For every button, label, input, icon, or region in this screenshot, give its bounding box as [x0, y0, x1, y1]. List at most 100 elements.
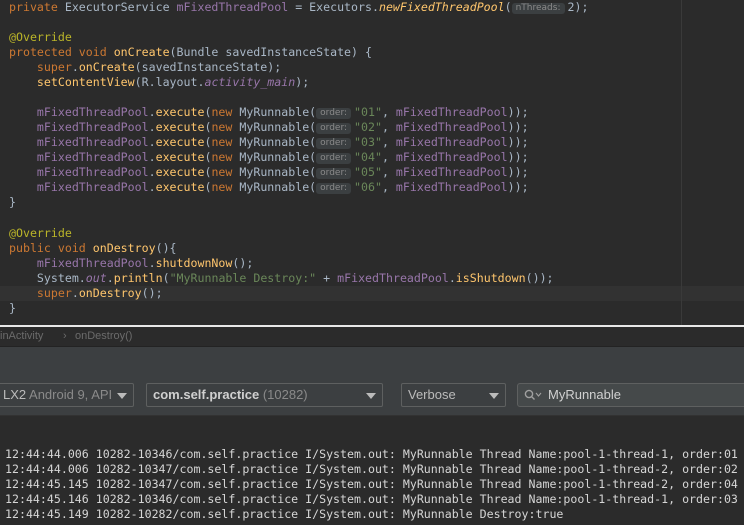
code-token: "MyRunnable Destroy:" — [169, 271, 317, 285]
code-token: mFixedThreadPool — [36, 256, 149, 270]
code-token: } — [9, 301, 16, 315]
code-token: mFixedThreadPool — [36, 135, 149, 149]
code-token: "01" — [354, 105, 382, 119]
code-token: (){ — [155, 241, 177, 255]
code-token: , — [381, 120, 396, 134]
code-token: ( — [504, 0, 512, 14]
breadcrumb-method[interactable]: onDestroy() — [75, 327, 132, 346]
code-token: super — [36, 60, 72, 74]
code-line[interactable]: System.out.println("MyRunnable Destroy:"… — [9, 271, 554, 286]
code-token: mFixedThreadPool — [36, 150, 149, 164]
code-token: "04" — [354, 150, 382, 164]
parameter-hint: order: — [316, 183, 352, 194]
logcat-search-input[interactable]: MyRunnable — [517, 383, 744, 407]
parameter-hint: order: — [316, 153, 352, 164]
parameter-hint: order: — [316, 108, 352, 119]
code-line[interactable]: mFixedThreadPool.shutdownNow(); — [9, 256, 253, 271]
code-token: . — [148, 105, 156, 119]
log-line: 12:44:45.146 10282-10346/com.self.practi… — [5, 492, 738, 506]
process-select[interactable]: com.self.practice (10282) — [146, 383, 383, 407]
code-token: ( — [162, 271, 170, 285]
code-line[interactable]: mFixedThreadPool.execute(new MyRunnable(… — [9, 180, 529, 195]
code-token: System. — [9, 271, 86, 285]
code-token: , — [381, 150, 396, 164]
code-line[interactable]: mFixedThreadPool.execute(new MyRunnable(… — [9, 165, 529, 180]
code-token: ); — [295, 75, 310, 89]
code-token: . — [71, 60, 79, 74]
code-token: onCreate — [78, 60, 135, 74]
code-token: onDestroy — [78, 286, 142, 300]
log-level-select[interactable]: Verbose — [401, 383, 506, 407]
code-token: mFixedThreadPool — [395, 120, 508, 134]
code-line[interactable]: mFixedThreadPool.execute(new MyRunnable(… — [9, 105, 529, 120]
code-line[interactable]: setContentView(R.layout.activity_main); — [9, 75, 309, 90]
code-token: "02" — [354, 120, 382, 134]
code-token: (savedInstanceState); — [134, 60, 282, 74]
code-token: )); — [507, 180, 529, 194]
code-line[interactable]: super.onCreate(savedInstanceState); — [9, 60, 281, 75]
code-editor[interactable]: private ExecutorService mFixedThreadPool… — [0, 0, 744, 325]
code-line[interactable]: super.onDestroy(); — [9, 286, 163, 301]
search-text: MyRunnable — [548, 387, 621, 402]
code-token: execute — [155, 180, 205, 194]
code-line[interactable]: @Override — [9, 226, 72, 241]
right-margin-guide — [681, 0, 682, 325]
code-token: 2); — [567, 0, 589, 14]
code-token: mFixedThreadPool — [36, 120, 149, 134]
code-token: super — [36, 286, 72, 300]
code-token: mFixedThreadPool — [395, 165, 508, 179]
code-token: "06" — [354, 180, 382, 194]
code-line[interactable]: protected void onCreate(Bundle savedInst… — [9, 45, 372, 60]
code-token: "05" — [354, 165, 382, 179]
code-token: shutdownNow — [155, 256, 233, 270]
device-select-name: LX2 — [3, 387, 27, 402]
code-token: , — [381, 135, 396, 149]
code-token: public void — [9, 241, 93, 255]
code-line[interactable]: @Override — [9, 30, 72, 45]
code-token: onDestroy — [92, 241, 156, 255]
device-select-api: Android 9, API — [26, 387, 113, 402]
code-line[interactable]: private ExecutorService mFixedThreadPool… — [9, 0, 588, 15]
code-token: MyRunnable( — [239, 135, 317, 149]
code-token: (); — [141, 286, 163, 300]
log-line: 12:44:45.145 10282-10347/com.self.practi… — [5, 477, 738, 491]
code-token: . — [148, 150, 156, 164]
code-token: )); — [507, 135, 529, 149]
code-token: , — [381, 105, 396, 119]
code-token: MyRunnable( — [239, 165, 317, 179]
code-token: execute — [155, 165, 205, 179]
log-level-value: Verbose — [408, 387, 456, 402]
code-token: mFixedThreadPool — [36, 105, 149, 119]
code-token: MyRunnable( — [239, 150, 317, 164]
code-token: @Override — [9, 226, 72, 240]
code-line[interactable]: mFixedThreadPool.execute(new MyRunnable(… — [9, 120, 529, 135]
code-token: new — [211, 135, 240, 149]
code-token: new — [211, 165, 240, 179]
code-line[interactable]: mFixedThreadPool.execute(new MyRunnable(… — [9, 135, 529, 150]
search-icon[interactable] — [524, 389, 542, 402]
code-line[interactable]: public void onDestroy(){ — [9, 241, 177, 256]
code-token: println — [113, 271, 163, 285]
code-token: onCreate — [113, 45, 170, 59]
code-line[interactable]: } — [9, 301, 16, 316]
code-token: mFixedThreadPool — [176, 0, 289, 14]
breadcrumb-separator: › — [63, 330, 67, 342]
code-token: execute — [155, 135, 205, 149]
code-line[interactable]: } — [9, 195, 16, 210]
breadcrumb-class[interactable]: inActivity — [0, 327, 43, 346]
code-line[interactable]: mFixedThreadPool.execute(new MyRunnable(… — [9, 150, 529, 165]
code-token: . — [106, 271, 114, 285]
logcat-output[interactable]: 12:44:44.006 10282-10346/com.self.practi… — [0, 415, 744, 525]
code-token: )); — [507, 105, 529, 119]
code-token: execute — [155, 120, 205, 134]
code-token: @Override — [9, 30, 72, 44]
code-token: } — [9, 195, 16, 209]
device-select[interactable]: LX2 Android 9, API — [0, 383, 134, 407]
code-token: ExecutorService — [64, 0, 177, 14]
code-token: mFixedThreadPool — [36, 180, 149, 194]
code-token: . — [148, 135, 156, 149]
